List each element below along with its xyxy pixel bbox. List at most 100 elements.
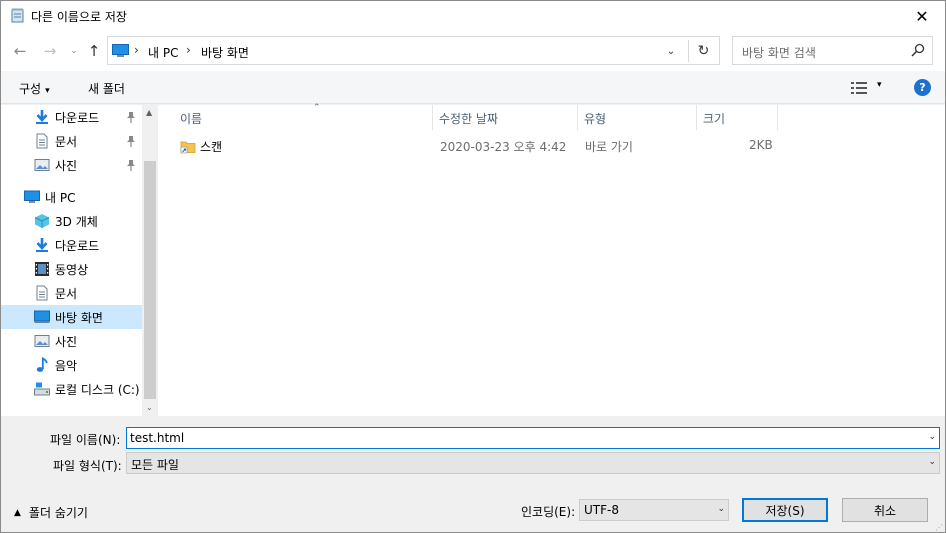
file-name: 스캔	[200, 140, 223, 154]
sidebar-item[interactable]: 문서	[1, 129, 142, 153]
column-header-date[interactable]: 수정한 날짜	[433, 105, 578, 130]
download-arrow-icon	[34, 109, 50, 125]
hide-folders-button[interactable]: ▲ 폴더 숨기기	[14, 504, 88, 521]
sidebar-item-label: 사진	[55, 335, 78, 349]
window-title: 다른 이름으로 저장	[31, 10, 127, 24]
scroll-up-icon[interactable]: ▲	[146, 108, 152, 117]
computer-icon	[112, 44, 129, 57]
pin-icon	[126, 159, 136, 171]
close-button[interactable]: ✕	[899, 1, 945, 31]
arrow-right-icon: →	[43, 42, 57, 60]
column-header-label: 이름	[180, 112, 203, 126]
change-view-button[interactable]: ▾	[850, 80, 890, 96]
filetype-select[interactable]: 모든 파일 ⌄	[126, 452, 940, 474]
up-button[interactable]: ↑	[85, 41, 103, 61]
sidebar-item[interactable]: 다운로드	[1, 233, 142, 257]
sidebar-item-label: 문서	[55, 287, 78, 301]
chevron-down-icon: ⌄	[717, 504, 725, 514]
sidebar-item[interactable]: 내 PC	[1, 185, 142, 209]
computer-icon	[24, 189, 40, 205]
column-header-type[interactable]: 유형	[578, 105, 697, 130]
scrollbar-thumb[interactable]	[144, 161, 156, 399]
organize-button[interactable]: 구성 ▾	[19, 80, 50, 97]
sidebar-item-label: 바탕 화면	[55, 311, 103, 325]
folder-shortcut-icon	[180, 141, 196, 154]
sort-ascending-icon: ⌃	[313, 103, 321, 113]
column-header-size[interactable]: 크기	[697, 105, 778, 130]
navigation-bar: ← → ⌄ ↑ › 내 PC › 바탕 화면 ⌄ ↻ 바탕 화면 검색	[1, 31, 945, 71]
new-folder-button[interactable]: 새 폴더	[88, 80, 125, 97]
sidebar-item-label: 음악	[55, 359, 78, 373]
forward-button[interactable]: →	[41, 41, 59, 61]
filename-combobox[interactable]: ⌄	[126, 427, 940, 449]
search-box[interactable]: 바탕 화면 검색	[732, 36, 933, 65]
cube-3d-icon	[34, 213, 50, 229]
filename-input[interactable]	[130, 430, 920, 446]
breadcrumb-separator[interactable]: ›	[186, 43, 191, 57]
drive-icon	[34, 381, 50, 397]
breadcrumb-desktop[interactable]: 바탕 화면	[201, 44, 249, 61]
title-bar: 다른 이름으로 저장 ✕	[1, 1, 945, 31]
refresh-icon: ↻	[697, 43, 710, 59]
address-dropdown-button[interactable]: ⌄	[661, 42, 681, 60]
refresh-button[interactable]: ↻	[688, 40, 718, 62]
chevron-down-icon: ⌄	[70, 46, 78, 56]
address-bar[interactable]: › 내 PC › 바탕 화면 ⌄ ↻	[107, 36, 720, 65]
file-type: 바로 가기	[585, 140, 633, 154]
filename-label: 파일 이름(N):	[50, 433, 121, 447]
sidebar-item-label: 로컬 디스크 (C:)	[55, 383, 140, 397]
navigation-pane: 다운로드 문서 사진 내 PC 3D 개체 다운로드 동영상 문서 바탕 화면 사진 음악 로컬 디스…	[1, 105, 158, 416]
pictures-icon	[34, 333, 50, 349]
sidebar-item[interactable]: 3D 개체	[1, 209, 142, 233]
pictures-icon	[34, 157, 50, 173]
music-note-icon	[34, 357, 50, 373]
help-icon: ?	[919, 81, 926, 94]
save-form: 파일 이름(N): ⌄ 파일 형식(T): 모든 파일 ⌄ ▲ 폴더 숨기기 인…	[1, 416, 945, 532]
chevron-down-icon[interactable]: ⌄	[928, 432, 936, 442]
hide-folders-label: 폴더 숨기기	[28, 506, 88, 520]
encoding-select[interactable]: UTF-8 ⌄	[579, 499, 729, 521]
sidebar-item[interactable]: 문서	[1, 281, 142, 305]
sidebar-item[interactable]: 로컬 디스크 (C:)	[1, 377, 142, 401]
search-icon	[911, 43, 925, 57]
encoding-label: 인코딩(E):	[521, 505, 576, 519]
column-header-label: 크기	[703, 112, 726, 126]
file-size: 2KB	[749, 138, 773, 152]
command-bar: 구성 ▾ 새 폴더 ▾ ?	[1, 71, 945, 104]
file-row[interactable]: 스캔 2020-03-23 오후 4:42 바로 가기 2KB	[174, 135, 774, 157]
sidebar-item-label: 사진	[55, 159, 78, 173]
cancel-button[interactable]: 취소	[842, 498, 928, 522]
chevron-down-icon: ⌄	[928, 457, 936, 467]
sidebar-item[interactable]: 다운로드	[1, 105, 142, 129]
sidebar-item-label: 3D 개체	[55, 215, 98, 229]
navigation-scrollbar[interactable]: ▲ ⌄	[142, 105, 158, 416]
document-icon	[34, 285, 50, 301]
breadcrumb-separator: ›	[134, 43, 139, 57]
caret-down-icon: ▾	[877, 80, 882, 90]
caret-down-icon: ▾	[45, 86, 50, 96]
breadcrumb-this-pc[interactable]: 내 PC	[148, 44, 178, 61]
column-header-label: 수정한 날짜	[439, 112, 499, 126]
document-icon	[34, 133, 50, 149]
column-header-name[interactable]: 이름 ⌃	[174, 103, 433, 130]
resize-grip-icon[interactable]: ⋰	[935, 523, 943, 532]
video-film-icon	[34, 261, 50, 277]
sidebar-item[interactable]: 사진	[1, 329, 142, 353]
desktop-icon	[34, 309, 50, 325]
help-button[interactable]: ?	[914, 79, 931, 96]
back-button[interactable]: ←	[11, 41, 29, 61]
sidebar-item[interactable]: 바탕 화면	[1, 305, 142, 329]
file-list: 이름 ⌃ 수정한 날짜 유형 크기 스캔 2020-03-23 오후 4:42 …	[158, 103, 945, 416]
caret-up-icon: ▲	[14, 507, 21, 518]
sidebar-item-label: 문서	[55, 135, 78, 149]
sidebar-item[interactable]: 동영상	[1, 257, 142, 281]
arrow-left-icon: ←	[13, 42, 27, 60]
filetype-value: 모든 파일	[131, 458, 179, 472]
notepad-icon	[11, 8, 24, 23]
sidebar-item[interactable]: 사진	[1, 153, 142, 177]
save-button[interactable]: 저장(S)	[742, 498, 828, 522]
recent-locations-button[interactable]: ⌄	[65, 41, 83, 61]
download-arrow-icon	[34, 237, 50, 253]
scroll-down-icon[interactable]: ⌄	[146, 403, 153, 412]
sidebar-item[interactable]: 음악	[1, 353, 142, 377]
